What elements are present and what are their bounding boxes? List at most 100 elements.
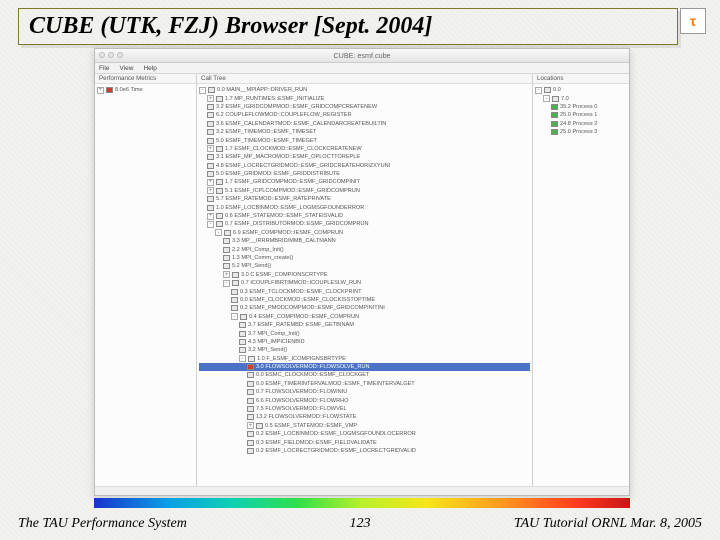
- calltree-tree[interactable]: -0.0 MAIN__MPIAPP::DRIVER_RUN+1.7 MP_RUN…: [197, 84, 532, 486]
- calltree-row[interactable]: 0.2 ESMF_PMODCOMPMOD::ESMF_GRIDCOMPINITI…: [199, 304, 530, 312]
- color-swatch-icon: [239, 331, 246, 337]
- color-swatch-icon: [207, 154, 214, 160]
- calltree-row[interactable]: 3.1 ESMF_MP_MACROMOD::ESMF_OPLOCTTOREPLE: [199, 153, 530, 161]
- location-row[interactable]: - 0.0: [535, 86, 627, 94]
- calltree-row[interactable]: 3.7 ESMF_RATEMBD::ESMF_GETBINAM: [199, 321, 530, 329]
- calltree-row[interactable]: 0.0 ESMC_CLOCKMOD::ESMF_CLOCKGET: [199, 371, 530, 379]
- color-swatch-icon: [207, 205, 214, 211]
- calltree-row[interactable]: +1.7 MP_RUNTIMES::ESMF_INITIALIZE: [199, 94, 530, 102]
- calltree-label: 0.2 ESMF_LOCRECTGRIDMOD::ESMF_LOCRECTGRI…: [256, 448, 416, 454]
- expand-icon[interactable]: -: [199, 87, 206, 94]
- expand-icon[interactable]: -: [215, 229, 222, 236]
- zoom-icon[interactable]: [117, 52, 123, 58]
- calltree-row[interactable]: 2.2 MPI_Comp_Init(): [199, 245, 530, 253]
- calltree-label: 3.2 MPI_Send(): [248, 347, 287, 353]
- calltree-row[interactable]: 5.0 ESMF_GRIDMOD::ESMF_GRIDDISTRIBUTE: [199, 170, 530, 178]
- location-row[interactable]: 35.2 Process 0: [535, 103, 627, 111]
- calltree-row[interactable]: -0.0 MAIN__MPIAPP::DRIVER_RUN: [199, 86, 530, 94]
- calltree-row[interactable]: 0.0 ESMF_TIMERINTERVALMOD::ESMF_TIMEINTE…: [199, 380, 530, 388]
- color-swatch-icon: [207, 163, 214, 169]
- calltree-row[interactable]: 7.5 FLOWSOLVERMOD::FLOWVEL: [199, 405, 530, 413]
- calltree-row[interactable]: 1.0 ESMF_LOCBINMOD::ESMF_LOGMSGFOUNDERRO…: [199, 203, 530, 211]
- color-swatch-icon: [247, 414, 254, 420]
- minimize-icon[interactable]: [108, 52, 114, 58]
- expand-icon[interactable]: +: [247, 422, 254, 429]
- calltree-label: 0.7 ESMF_DISTRIBUTORMOD::ESMF_GRIDCOMPRU…: [225, 221, 369, 227]
- calltree-row[interactable]: 0.3 ESMF_FIELDMOD::ESMF_FIELDVALIDATE: [199, 438, 530, 446]
- calltree-row[interactable]: 3.3 MP__IRRRMBRID/MMB_CALTMANN: [199, 237, 530, 245]
- expand-icon[interactable]: +: [223, 271, 230, 278]
- color-swatch-icon: [232, 272, 239, 278]
- expand-icon[interactable]: +: [97, 87, 104, 94]
- calltree-row[interactable]: 5.2 MPI_Send(): [199, 262, 530, 270]
- calltree-row[interactable]: 0.7 FLOWSOLVERMOD::FLOWINIU: [199, 388, 530, 396]
- calltree-row[interactable]: 0.2 ESMF_LOCRECTGRIDMOD::ESMF_LOCRECTGRI…: [199, 447, 530, 455]
- calltree-row[interactable]: 3.6 ESMF_CALENDARTMOD::ESMF_CALENDARCREA…: [199, 120, 530, 128]
- locations-tree[interactable]: - 0.0 - 7.0 35.2 Process 0 25.0 Process …: [533, 84, 629, 486]
- calltree-row[interactable]: 0.0 ESMF_CLOCKMOD::ESMF_CLOCKISSTOPTIME: [199, 296, 530, 304]
- calltree-row[interactable]: 1.3 MPI_Comm_create(): [199, 254, 530, 262]
- calltree-row[interactable]: +1.7 ESMF_CLOCKMOD::ESMF_CLOCKCREATENEW: [199, 145, 530, 153]
- location-row[interactable]: 25.0 Process 3: [535, 128, 627, 136]
- calltree-row[interactable]: -0.7 ICOUPLFIBRTIMMOD::ICOUPLESLW_RUN: [199, 279, 530, 287]
- calltree-row[interactable]: 6.2 COUPLEFLOWMOD::COUPLEFLOW_REGISTER: [199, 111, 530, 119]
- calltree-row[interactable]: 0.3 ESMF_TCLOCKMOD::ESMF_CLOCKPRINT: [199, 287, 530, 295]
- calltree-label: 3.1 ESMF_MP_MACROMOD::ESMF_OPLOCTTOREPLE: [216, 154, 360, 160]
- color-swatch-icon: [207, 104, 214, 110]
- expand-icon[interactable]: -: [535, 87, 542, 94]
- location-row[interactable]: - 7.0: [535, 94, 627, 102]
- calltree-row[interactable]: 3.0 FLOWSOLVERMOD::FLOWSOLVE_RUN: [199, 363, 530, 371]
- metric-row[interactable]: + 8.0e6 Time: [97, 86, 194, 94]
- expand-icon[interactable]: +: [207, 187, 214, 194]
- calltree-row[interactable]: -0.4 ESMF_COMPIMOD::ESMF_COMPRUN: [199, 313, 530, 321]
- calltree-label: 0.2 ESMF_LOCBINMOD::ESMF_LOGMSGFOUNDLOCE…: [256, 431, 416, 437]
- calltree-row[interactable]: 3.2 ESMF_IGRIDCOMPMOD::ESMF_GRIDCOMPCREA…: [199, 103, 530, 111]
- expand-icon[interactable]: +: [207, 95, 214, 102]
- color-swatch-icon: [232, 280, 239, 286]
- color-swatch-icon: [231, 297, 238, 303]
- traffic-light-buttons[interactable]: [99, 52, 123, 58]
- calltree-row[interactable]: +0.5 ESMF_STATEMOD::ESMF_VMP: [199, 422, 530, 430]
- calltree-label: 5.2 MPI_Send(): [232, 263, 271, 269]
- calltree-row[interactable]: +1.7 ESMF_GRIDCOMPMOD::ESMF_GRIDCOMPINIT: [199, 178, 530, 186]
- calltree-row[interactable]: 5.0 ESMF_TIMEMOD::ESMF_TIMEGET: [199, 136, 530, 144]
- menu-file[interactable]: File: [99, 65, 109, 72]
- footer-left: The TAU Performance System: [18, 516, 187, 532]
- calltree-row[interactable]: - 0.7 ESMF_DISTRIBUTORMOD::ESMF_GRIDCOMPR…: [199, 220, 530, 228]
- expand-icon[interactable]: -: [543, 95, 550, 102]
- calltree-row[interactable]: 4.8 ESMF_LOCRECTGRIDMOD::ESMF_GRIDCREATE…: [199, 162, 530, 170]
- calltree-row[interactable]: 6.6 FLOWSOLVERMOD::FLOWRHO: [199, 396, 530, 404]
- close-icon[interactable]: [99, 52, 105, 58]
- expand-icon[interactable]: +: [207, 213, 214, 220]
- expand-icon[interactable]: +: [207, 179, 214, 186]
- menu-view[interactable]: View: [119, 65, 133, 72]
- calltree-row[interactable]: 4.3 MPI_IMPICIENBID: [199, 338, 530, 346]
- calltree-label: 0.3 ESMF_TCLOCKMOD::ESMF_CLOCKPRINT: [240, 289, 362, 295]
- expand-icon[interactable]: -: [223, 280, 230, 287]
- color-swatch-icon: [207, 121, 214, 127]
- color-swatch-icon: [551, 121, 558, 127]
- tau-logo-icon: τ: [680, 8, 706, 34]
- menu-help[interactable]: Help: [143, 65, 156, 72]
- expand-icon[interactable]: -: [207, 221, 214, 228]
- calltree-row[interactable]: +5.1 ESMF_ICPLCOMPMOD::ESMF_GRIDCOMPRUN: [199, 187, 530, 195]
- calltree-row[interactable]: +0.6 ESMF_STATEMOD::ESMF_STATEISVALID: [199, 212, 530, 220]
- calltree-row[interactable]: -1.0 F_ESMF_ICOMPIGNSBRTYPE: [199, 355, 530, 363]
- location-row[interactable]: 24.8 Process 2: [535, 120, 627, 128]
- calltree-row[interactable]: 3.2 MPI_Send(): [199, 346, 530, 354]
- expand-icon[interactable]: -: [239, 355, 246, 362]
- calltree-row[interactable]: +3.0 C ESMF_COMPIONSCRTYPE: [199, 271, 530, 279]
- expand-icon[interactable]: -: [231, 313, 238, 320]
- expand-icon[interactable]: +: [207, 145, 214, 152]
- calltree-row[interactable]: 13.2 FLOWSOLVERMOD::FLOWSTATE: [199, 413, 530, 421]
- color-swatch-icon: [239, 339, 246, 345]
- calltree-row[interactable]: 3.2 ESMF_TIMEMOD::ESMF_TIMESET: [199, 128, 530, 136]
- calltree-row[interactable]: 5.7 ESMF_RATEMOD::ESMF_RATEPRIVATE: [199, 195, 530, 203]
- color-swatch-icon: [247, 448, 254, 454]
- metrics-tree[interactable]: + 8.0e6 Time: [95, 84, 196, 486]
- calltree-row[interactable]: 0.2 ESMF_LOCBINMOD::ESMF_LOGMSGFOUNDLOCE…: [199, 430, 530, 438]
- calltree-row[interactable]: -6.9 ESMF_COMPMOD::IESMF_COMPRUN: [199, 229, 530, 237]
- color-swatch-icon: [247, 431, 254, 437]
- calltree-row[interactable]: 3.7 MPI_Comp_Init(): [199, 329, 530, 337]
- location-row[interactable]: 25.0 Process 1: [535, 111, 627, 119]
